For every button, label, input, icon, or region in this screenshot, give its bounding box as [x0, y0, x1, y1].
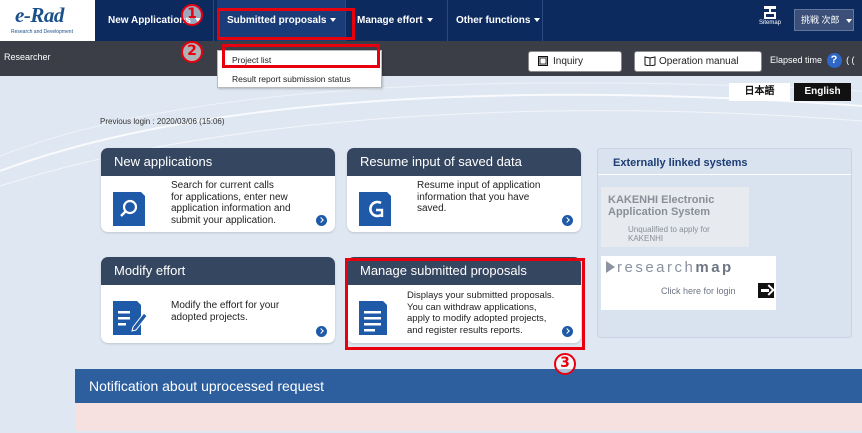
card-description: Search for current calls for application… — [171, 180, 291, 226]
divider — [598, 174, 851, 175]
logo-text: e-Rad — [15, 3, 64, 27]
inquiry-button[interactable]: Inquiry — [528, 51, 622, 72]
role-label: Researcher — [4, 52, 51, 62]
annotation-step-3: 3 — [554, 353, 576, 375]
user-name: 挑戦 次郎 — [801, 15, 840, 25]
arrow-right-icon[interactable] — [562, 215, 573, 226]
chevron-down-icon — [426, 18, 433, 23]
notification-body — [75, 403, 862, 431]
arrow-right-icon[interactable] — [316, 326, 327, 337]
card-title: Resume input of saved data — [347, 148, 581, 176]
card-description-line: for applications, enter new — [171, 191, 288, 203]
annotation-box-project-list — [222, 44, 380, 68]
kakenhi-title-line: Application System — [608, 206, 711, 218]
kakenhi-title: KAKENHI Electronic Application System — [608, 194, 714, 218]
card-description-line: saved. — [417, 203, 447, 214]
language-english[interactable]: English — [794, 83, 851, 101]
chevron-down-icon — [845, 18, 852, 23]
kakenhi-title-line: KAKENHI Electronic — [608, 194, 715, 206]
researchmap-logo-text: research — [617, 259, 696, 276]
nav-band: New Applications Submitted proposals Man… — [95, 0, 862, 41]
sitemap-icon — [764, 6, 776, 19]
externally-linked-systems: Externally linked systems KAKENHI Electr… — [597, 148, 852, 338]
kakenhi-note-line: Unqualified to apply for — [628, 225, 710, 234]
card-description-line: submit your application. — [171, 214, 277, 226]
sitemap-label: Sitemap — [758, 20, 781, 26]
card-description: Modify the effort for your adopted proje… — [171, 300, 279, 323]
menu-item-result-report-status[interactable]: Result report submission status — [232, 74, 351, 84]
edit-document-icon — [113, 301, 147, 335]
annotation-box-submitted-proposals — [217, 8, 355, 40]
inquiry-icon — [538, 56, 548, 66]
card-description-line: application information and — [171, 203, 291, 214]
erad-logo[interactable]: e-Rad Research and Development — [0, 0, 95, 41]
card-title: New applications — [101, 148, 335, 176]
card-description-line: Modify the effort for your — [171, 300, 280, 311]
annotation-step-1: 1 — [181, 4, 203, 26]
nav-new-applications-label: New Applications — [108, 15, 191, 26]
elapsed-time-value: ( ( — [846, 54, 855, 65]
resume-document-icon — [359, 192, 391, 226]
search-document-icon — [113, 192, 145, 226]
operation-manual-label: Operation manual — [659, 56, 739, 67]
card-description-line: Search for current calls — [171, 180, 274, 191]
researchmap-login-label: Click here for login — [661, 286, 736, 296]
inquiry-label: Inquiry — [553, 56, 584, 67]
top-navigation: e-Rad Research and Development New Appli… — [0, 0, 862, 41]
card-new-applications[interactable]: New applications Search for current call… — [101, 148, 335, 232]
card-description-line: adopted projects. — [171, 311, 248, 323]
nav-divider — [213, 0, 214, 41]
language-japanese[interactable]: 日本語 — [729, 83, 790, 101]
elapsed-time: Elapsed time ? ( ( — [770, 53, 855, 68]
previous-login: Previous login : 2020/03/06 (15:06) — [100, 117, 225, 126]
nav-divider — [542, 0, 543, 41]
nav-other-functions[interactable]: Other functions — [446, 0, 550, 41]
card-description-line: Resume input of application — [417, 180, 541, 191]
kakenhi-link[interactable]: KAKENHI Electronic Application System Un… — [601, 187, 749, 247]
notification-header: Notification about uprocessed request — [75, 369, 862, 403]
researchmap-logo-text-bold: map — [695, 259, 734, 276]
annotation-box-manage-submitted — [345, 258, 585, 350]
arrow-right-icon[interactable] — [758, 283, 774, 298]
kakenhi-note: Unqualified to apply for KAKENHI — [628, 225, 710, 243]
external-title: Externally linked systems — [613, 157, 748, 169]
logo-subtext: Research and Development — [11, 29, 73, 35]
nav-manage-effort-label: Manage effort — [357, 15, 423, 26]
researchmap-logo: researchmap — [606, 259, 734, 276]
nav-manage-effort[interactable]: Manage effort — [347, 0, 443, 41]
card-title: Modify effort — [101, 257, 335, 285]
chevron-down-icon — [534, 18, 541, 23]
researchmap-link[interactable]: researchmap Click here for login — [601, 256, 776, 310]
card-resume-input[interactable]: Resume input of saved data Resume input … — [347, 148, 581, 232]
help-icon[interactable]: ? — [826, 53, 842, 68]
card-description-line: information that you have — [417, 191, 530, 203]
sitemap-button[interactable]: Sitemap — [750, 4, 790, 38]
card-modify-effort[interactable]: Modify effort Modify the effort for your… — [101, 257, 335, 343]
annotation-step-2: 2 — [181, 41, 203, 63]
kakenhi-note-line: KAKENHI — [628, 234, 664, 243]
book-icon — [644, 56, 656, 66]
play-triangle-icon — [606, 261, 615, 273]
user-menu[interactable]: 挑戦 次郎 — [794, 9, 854, 31]
operation-manual-button[interactable]: Operation manual — [634, 51, 762, 72]
card-description: Resume input of application information … — [417, 180, 540, 215]
sub-toolbar: Researcher Inquiry Operation manual Elap… — [0, 41, 862, 76]
arrow-right-icon[interactable] — [316, 215, 327, 226]
nav-other-functions-label: Other functions — [456, 15, 531, 26]
elapsed-time-label: Elapsed time — [770, 54, 823, 65]
